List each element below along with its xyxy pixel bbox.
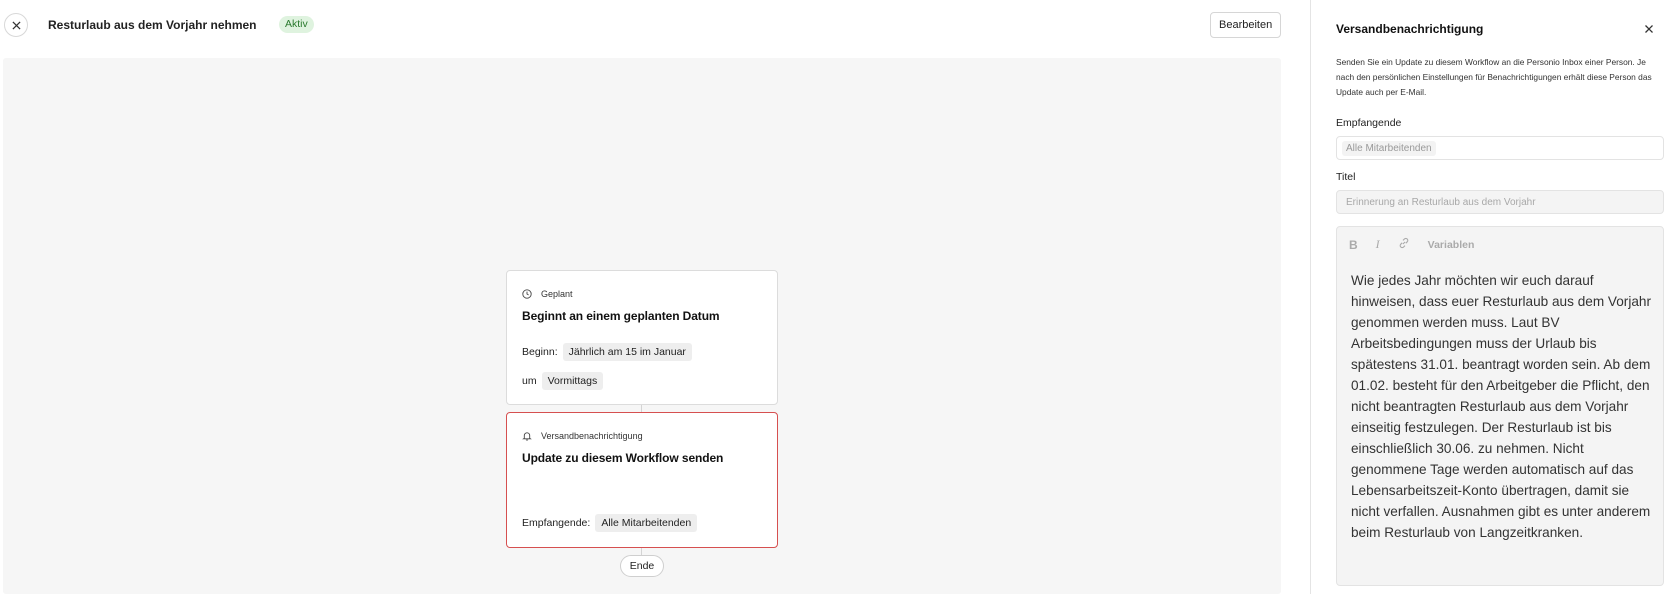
connector-line	[641, 548, 642, 555]
connector-line	[641, 405, 642, 412]
close-icon[interactable]	[1644, 24, 1654, 34]
action-title: Update zu diesem Workflow senden	[522, 451, 724, 465]
side-panel: Versandbenachrichtigung Senden Sie ein U…	[1311, 0, 1676, 594]
trigger-title: Beginnt an einem geplanten Datum	[522, 309, 720, 323]
action-recipients-row: Empfangende: Alle Mitarbeitenden	[522, 514, 698, 532]
recipients-value-chip: Alle Mitarbeitenden	[595, 514, 698, 532]
end-node: Ende	[620, 555, 664, 577]
link-icon	[1399, 237, 1409, 249]
title-field[interactable]: Erinnerung an Resturlaub aus dem Vorjahr	[1336, 190, 1664, 214]
workflow-view: Resturlaub aus dem Vorjahr nehmen Aktiv …	[0, 0, 1310, 594]
time-value-chip: Vormittags	[541, 372, 604, 390]
trigger-time-row: um Vormittags	[522, 372, 604, 390]
editor-toolbar: B I Variablen	[1349, 237, 1474, 252]
recipients-field-label: Empfangende	[1336, 117, 1402, 129]
recipients-field[interactable]: Alle Mitarbeitenden	[1336, 136, 1664, 160]
start-value-chip: Jährlich am 15 im Januar	[562, 343, 692, 361]
status-badge: Aktiv	[279, 16, 314, 33]
close-icon	[11, 20, 21, 30]
trigger-type-label: Geplant	[541, 289, 573, 299]
workflow-header: Resturlaub aus dem Vorjahr nehmen Aktiv …	[0, 0, 1310, 50]
action-card[interactable]: Versandbenachrichtigung Update zu diesem…	[506, 412, 778, 548]
recipients-label: Empfangende:	[522, 517, 591, 529]
time-label: um	[522, 375, 537, 387]
action-type-label: Versandbenachrichtigung	[541, 431, 643, 441]
italic-button[interactable]: I	[1376, 237, 1380, 252]
bold-button[interactable]: B	[1349, 238, 1358, 252]
trigger-type: Geplant	[522, 289, 573, 299]
trigger-card[interactable]: Geplant Beginnt an einem geplanten Datum…	[506, 270, 778, 405]
workflow-title: Resturlaub aus dem Vorjahr nehmen	[48, 18, 257, 32]
start-label: Beginn:	[522, 346, 558, 358]
clock-icon	[522, 289, 532, 299]
edit-button[interactable]: Bearbeiten	[1210, 12, 1282, 38]
link-button[interactable]	[1398, 237, 1410, 252]
bell-icon	[522, 432, 532, 441]
message-body[interactable]: Wie jedes Jahr möchten wir euch darauf h…	[1351, 270, 1659, 543]
message-editor[interactable]: B I Variablen Wie jedes Jahr möchten wir…	[1336, 226, 1664, 586]
title-field-label: Titel	[1336, 171, 1356, 183]
variables-button[interactable]: Variablen	[1428, 239, 1475, 251]
panel-description: Senden Sie ein Update zu diesem Workflow…	[1336, 57, 1652, 97]
recipients-chip: Alle Mitarbeitenden	[1342, 140, 1436, 156]
title-input-value: Erinnerung an Resturlaub aus dem Vorjahr	[1346, 196, 1536, 208]
close-workflow-button[interactable]	[4, 13, 28, 37]
panel-title: Versandbenachrichtigung	[1336, 22, 1484, 36]
action-type: Versandbenachrichtigung	[522, 431, 643, 441]
trigger-start-row: Beginn: Jährlich am 15 im Januar	[522, 343, 692, 361]
